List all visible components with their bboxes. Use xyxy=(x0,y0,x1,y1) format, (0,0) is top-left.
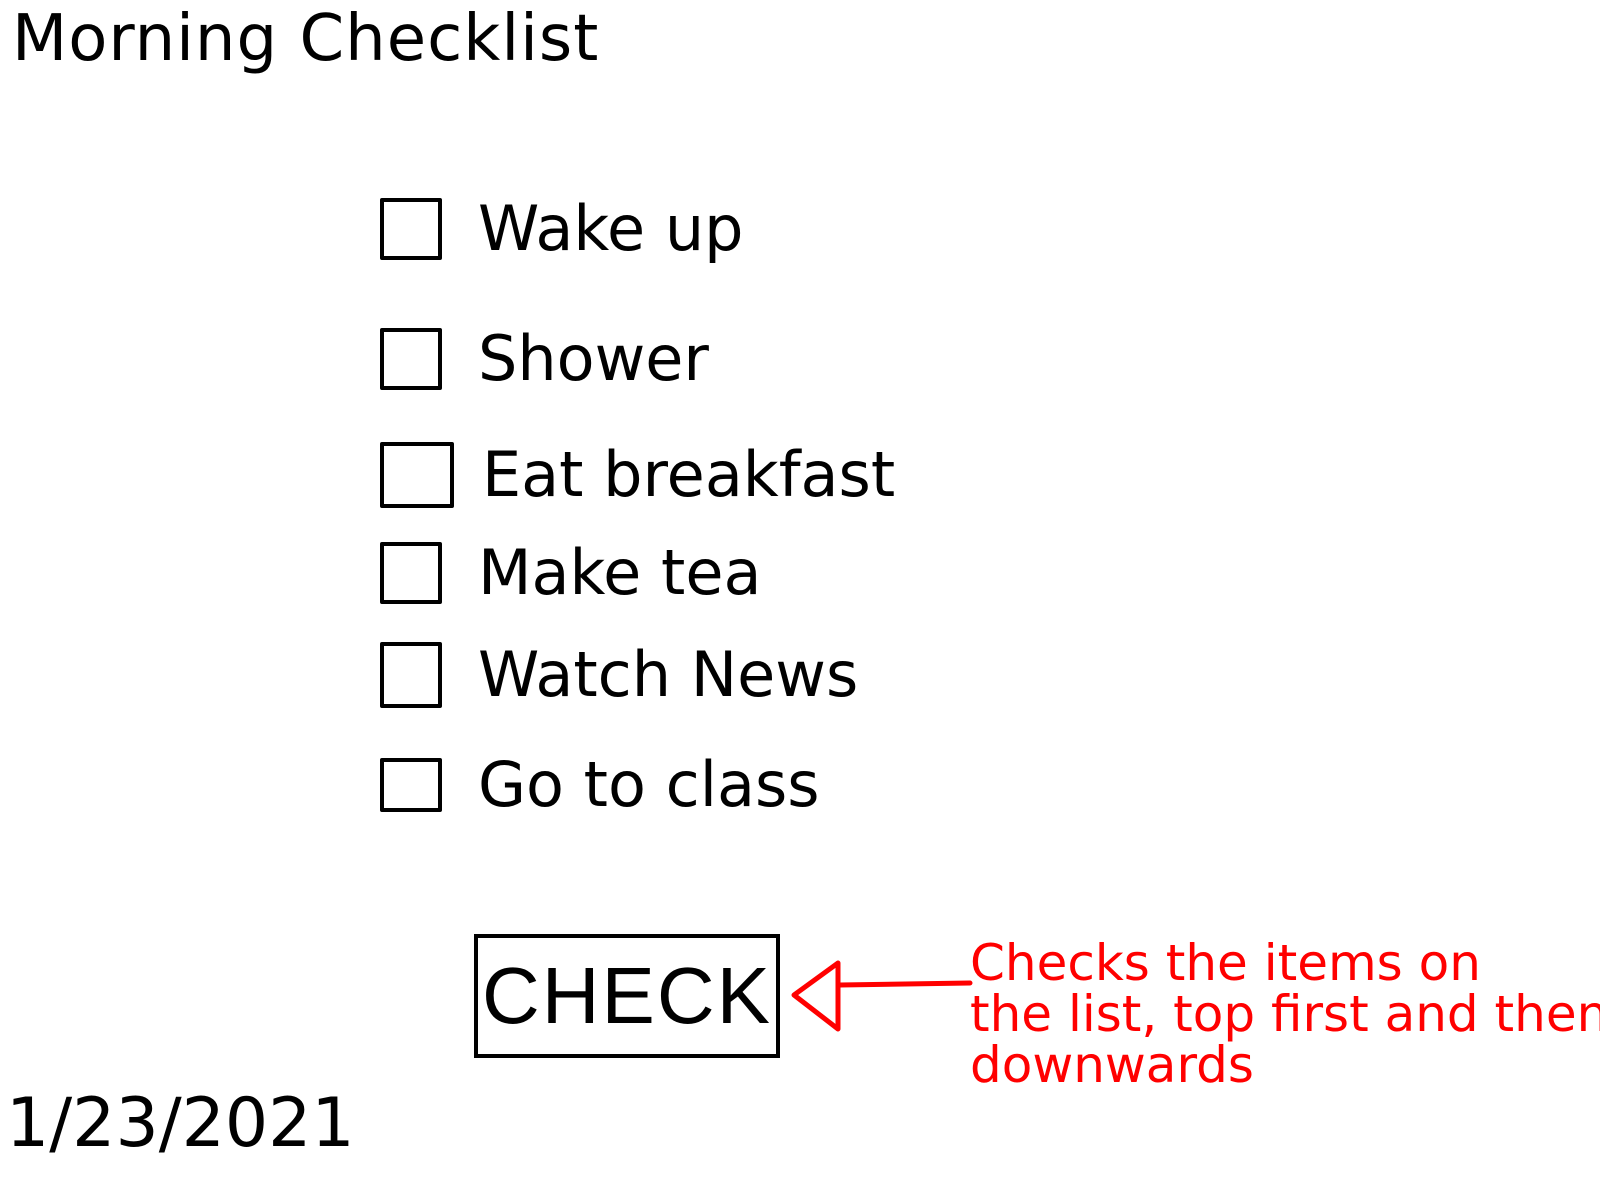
annotation-arrow-icon xyxy=(791,960,973,1032)
checklist-item-go-to-class: Go to class xyxy=(380,754,820,816)
checklist-item-label: Eat breakfast xyxy=(482,438,896,511)
checklist-item-make-tea: Make tea xyxy=(380,542,761,604)
checklist-item-label: Watch News xyxy=(478,638,859,711)
checkbox-make-tea[interactable] xyxy=(380,542,442,604)
checkbox-go-to-class[interactable] xyxy=(380,758,442,812)
annotation-line: the list, top first and then xyxy=(970,985,1600,1043)
checklist-item-wake-up: Wake up xyxy=(380,198,744,260)
checklist-item-eat-breakfast: Eat breakfast xyxy=(380,442,895,508)
checklist-item-label: Make tea xyxy=(478,536,762,609)
checkbox-shower[interactable] xyxy=(380,328,442,390)
checkbox-watch-news[interactable] xyxy=(380,642,442,708)
date-label: 1/23/2021 xyxy=(6,1084,355,1163)
checkbox-eat-breakfast[interactable] xyxy=(380,442,454,508)
check-button[interactable]: CHECK xyxy=(474,934,780,1058)
checklist-item-shower: Shower xyxy=(380,328,709,390)
checklist-item-watch-news: Watch News xyxy=(380,642,858,708)
checklist-item-label: Wake up xyxy=(478,192,744,265)
check-button-label: CHECK xyxy=(481,951,773,1040)
annotation-line: downwards xyxy=(970,1036,1254,1094)
annotation-note: Checks the items on the list, top first … xyxy=(970,934,1600,1094)
checklist-item-label: Go to class xyxy=(478,748,820,821)
annotation-line: Checks the items on xyxy=(970,934,1481,992)
checkbox-wake-up[interactable] xyxy=(380,198,442,260)
checklist-item-label: Shower xyxy=(478,322,709,395)
page-title: Morning Checklist xyxy=(12,2,600,76)
